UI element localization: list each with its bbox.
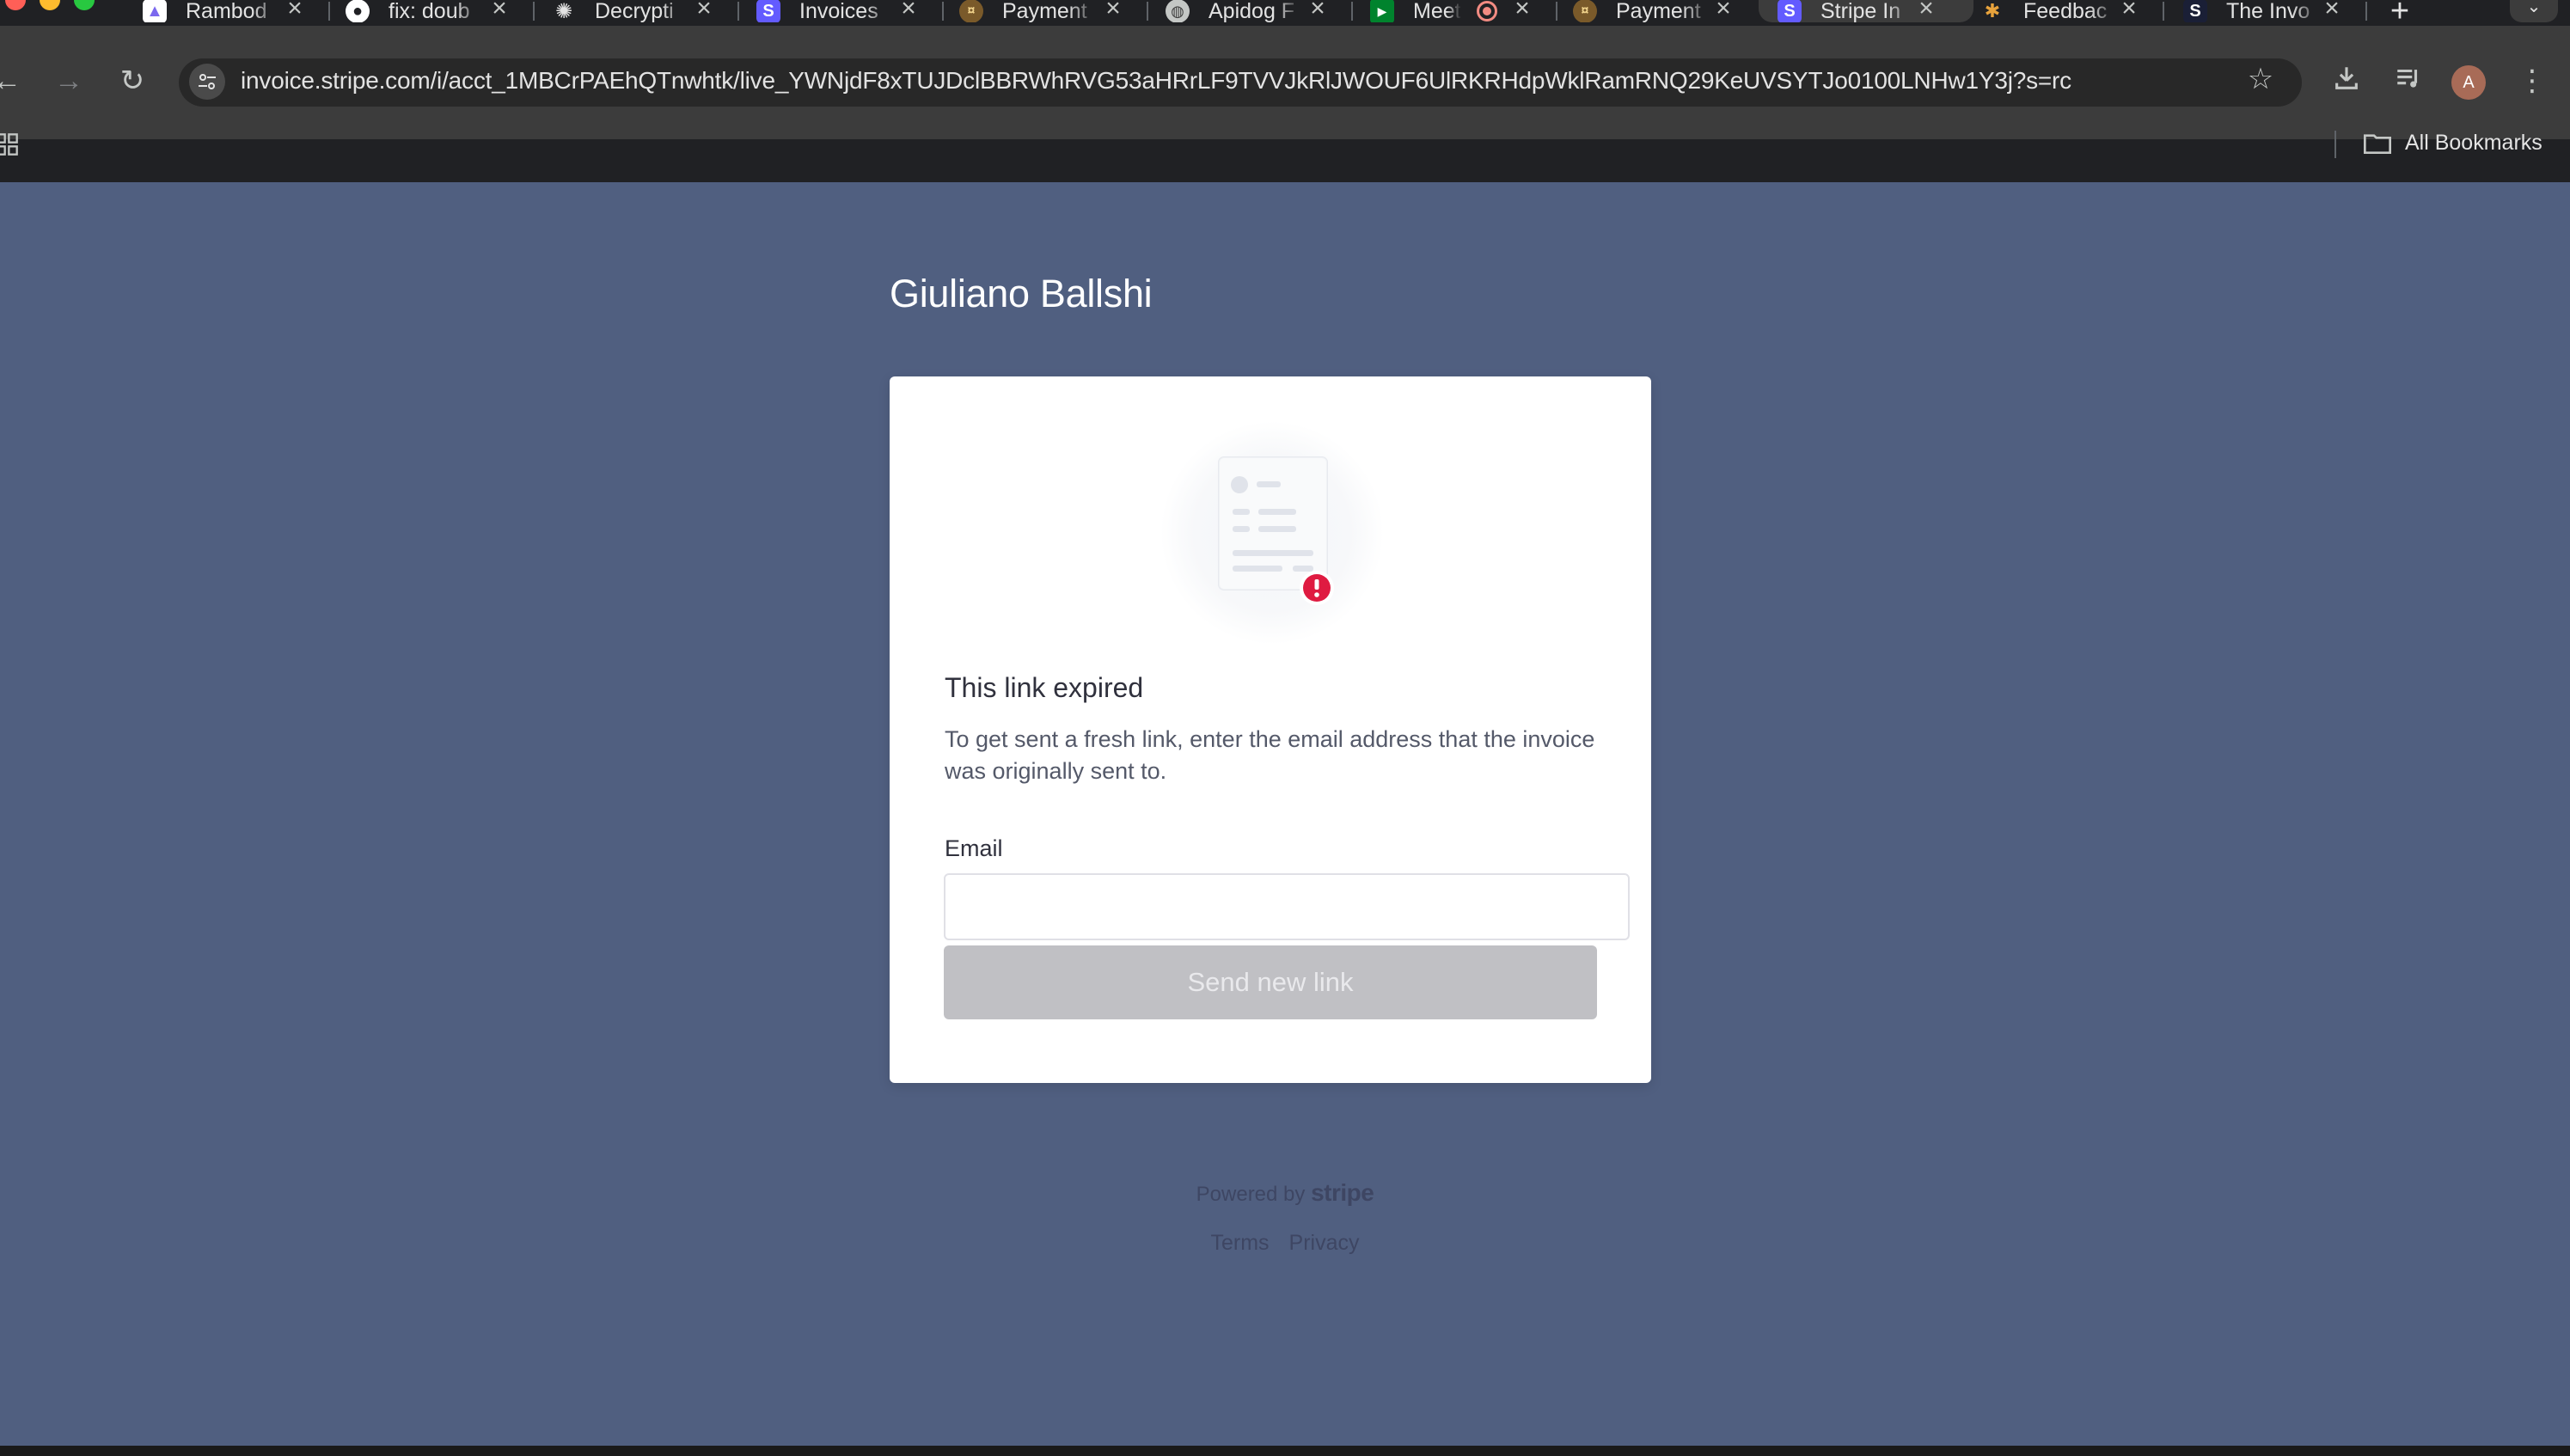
globe-icon: ◍ — [1166, 0, 1190, 22]
tab-title: fix: doub — [389, 0, 470, 22]
tab-divider — [533, 2, 535, 21]
maximize-window-button[interactable] — [74, 0, 95, 10]
all-bookmarks-label: All Bookmarks — [2405, 131, 2542, 155]
tab-divider — [1556, 2, 1557, 21]
tab-title: Payment — [1616, 0, 1701, 22]
close-icon[interactable]: × — [1509, 0, 1535, 24]
browser-tab-active[interactable]: S Stripe In — [1759, 0, 1973, 22]
browser-tab[interactable]: ● fix: doub — [346, 0, 509, 22]
recording-icon — [1477, 1, 1497, 21]
merchant-name: Giuliano Ballshi — [890, 272, 1153, 315]
tab-divider — [2365, 2, 2367, 21]
email-label: Email — [945, 835, 1003, 861]
tab-divider — [328, 2, 330, 21]
close-icon[interactable]: × — [1100, 0, 1126, 24]
new-tab-button[interactable]: + — [2381, 0, 2419, 26]
tab-title: Feedbac — [2023, 0, 2108, 22]
tab-title: Decrypti — [595, 0, 674, 22]
tab-title: Meet — [1413, 0, 1461, 22]
payment-icon: ¤ — [959, 0, 983, 22]
tab-divider — [2163, 2, 2164, 21]
stripe-dark-icon: S — [2183, 0, 2207, 22]
site-info-button[interactable] — [189, 64, 225, 100]
bookmarks-divider — [2334, 131, 2336, 158]
tab-title: Payment — [1002, 0, 1087, 22]
email-field[interactable] — [944, 873, 1630, 940]
tab-divider — [737, 2, 739, 21]
tab-divider — [1351, 2, 1353, 21]
all-bookmarks-button[interactable]: All Bookmarks — [2364, 131, 2542, 156]
feedback-icon: ✱ — [1984, 0, 2001, 21]
footer-links: Terms Privacy — [0, 1231, 2570, 1256]
tab-title: Apidog F — [1209, 0, 1295, 22]
payment-icon: ¤ — [1573, 0, 1597, 22]
github-icon: ● — [346, 0, 370, 22]
media-control-icon[interactable] — [2389, 64, 2427, 101]
tab-title: Stripe In — [1820, 0, 1901, 22]
tab-divider — [942, 2, 944, 21]
tab-strip: ▲ Rambod × ● fix: doub × ✺ Decrypti × S … — [0, 0, 2570, 26]
url-text[interactable]: invoice.stripe.com/i/acct_1MBCrPAEhQTnwh… — [241, 67, 2071, 95]
powered-by-stripe[interactable]: Powered by stripe — [0, 1179, 2570, 1207]
close-icon[interactable]: × — [1710, 0, 1736, 24]
expired-invoice-illustration — [1160, 421, 1384, 645]
privacy-link[interactable]: Privacy — [1289, 1231, 1360, 1255]
window-bottom-edge — [0, 1446, 2570, 1456]
bookmark-star-icon[interactable]: ☆ — [2242, 62, 2279, 100]
browser-menu-icon[interactable]: ⋮ — [2513, 64, 2551, 101]
tab-title: The Invo — [2226, 0, 2310, 22]
forward-button[interactable]: → — [50, 64, 88, 101]
openai-icon: ✺ — [554, 0, 573, 22]
profile-avatar[interactable]: A — [2451, 65, 2486, 100]
meet-icon: ▶ — [1370, 0, 1394, 22]
back-button[interactable]: ← — [0, 64, 26, 101]
powered-by-label: Powered by — [1196, 1183, 1306, 1206]
tune-icon — [199, 74, 216, 89]
close-icon[interactable]: × — [2319, 0, 2345, 24]
close-icon[interactable]: × — [1305, 0, 1331, 24]
close-icon[interactable]: × — [1913, 0, 1939, 24]
tab-divider — [1147, 2, 1148, 21]
reload-button[interactable]: ↻ — [113, 64, 151, 101]
stripe-logo: stripe — [1311, 1179, 1374, 1206]
card-description: To get sent a fresh link, enter the emai… — [945, 726, 1595, 784]
close-window-button[interactable] — [5, 0, 26, 10]
stripe-icon: S — [1778, 0, 1802, 22]
browser-tab[interactable]: ▶ Meet — [1370, 0, 1499, 22]
close-icon[interactable]: × — [2116, 0, 2142, 24]
tab-title: Rambod — [186, 0, 267, 22]
minimize-window-button[interactable] — [40, 0, 60, 10]
apps-grid-icon[interactable] — [0, 132, 19, 161]
close-icon[interactable]: × — [896, 0, 921, 24]
stripe-icon: S — [756, 0, 780, 22]
close-icon[interactable]: × — [282, 0, 308, 24]
card-heading: This link expired — [945, 672, 1144, 703]
close-icon[interactable]: × — [486, 0, 512, 24]
browser-tab[interactable]: ¤ Payment — [959, 0, 1123, 22]
send-new-link-button[interactable]: Send new link — [944, 945, 1597, 1019]
tab-title: Invoices — [799, 0, 878, 22]
download-icon[interactable] — [2328, 64, 2365, 101]
terms-link[interactable]: Terms — [1211, 1231, 1270, 1255]
tab-search-button[interactable]: ⌄ — [2510, 0, 2558, 22]
close-icon[interactable]: × — [691, 0, 717, 24]
clickup-icon: ▲ — [143, 0, 167, 22]
folder-icon — [2364, 133, 2391, 154]
